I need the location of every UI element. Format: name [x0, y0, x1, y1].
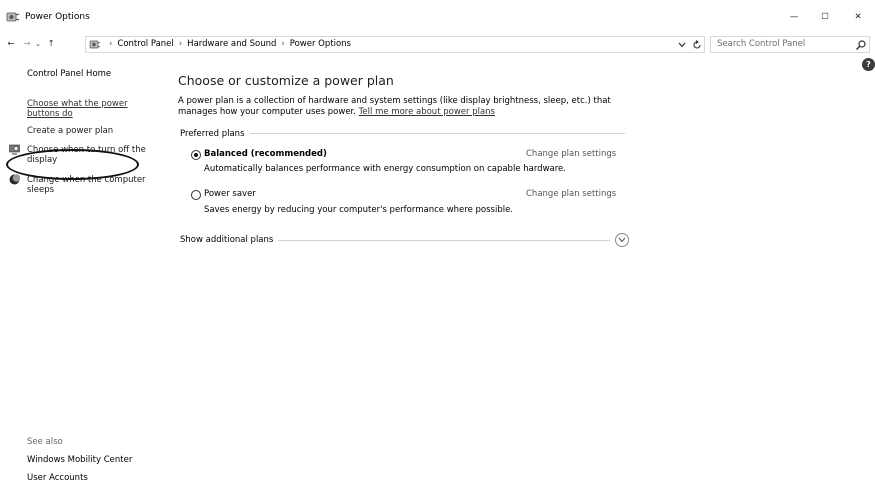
- breadcrumb: › Control Panel › Hardware and Sound › Power …: [104, 39, 351, 49]
- help-button[interactable]: ?: [862, 58, 875, 71]
- minimize-icon: —: [789, 12, 799, 22]
- window-title: Power Options: [25, 12, 90, 22]
- sidebar-item-create-power-plan[interactable]: Create a power plan: [27, 126, 113, 136]
- page-description: A power plan is a collection of hardware…: [178, 96, 648, 118]
- balanced-radio[interactable]: [191, 150, 201, 160]
- chevron-down-icon: ⌄: [35, 40, 41, 48]
- search-icon: [856, 40, 866, 50]
- sidebar-item-label: Choose when to turn off the: [27, 145, 146, 155]
- help-icon: ?: [866, 60, 871, 69]
- power-saver-radio[interactable]: [191, 190, 201, 200]
- change-plan-settings-link-power-saver[interactable]: Change plan settings: [526, 189, 616, 199]
- see-also-heading: See also: [27, 437, 63, 447]
- sidebar-item-label: display: [27, 155, 58, 165]
- refresh-icon: [693, 40, 701, 49]
- chevron-down-icon: [678, 42, 686, 48]
- sidebar-item-turn-off-display[interactable]: Choose when to turn off the display: [27, 145, 146, 165]
- plan-description-balanced: Automatically balances performance with …: [204, 164, 566, 174]
- search-placeholder: Search Control Panel: [717, 39, 806, 49]
- breadcrumb-separator[interactable]: ›: [179, 39, 182, 49]
- sidebar-item-label: buttons do: [27, 109, 73, 119]
- sidebar-item-power-buttons[interactable]: Choose what the power buttons do: [27, 99, 128, 119]
- learn-more-link[interactable]: Tell me more about power plans: [359, 107, 495, 117]
- plan-name-power-saver[interactable]: Power saver: [204, 189, 256, 199]
- breadcrumb-separator[interactable]: ›: [281, 39, 284, 49]
- plan-description-power-saver: Saves energy by reducing your computer's…: [204, 205, 514, 215]
- up-arrow-icon: ↑: [47, 39, 55, 49]
- minimize-button[interactable]: —: [779, 4, 809, 30]
- see-also-link-mobility-center[interactable]: Windows Mobility Center: [27, 455, 132, 465]
- breadcrumb-power-options[interactable]: Power Options: [290, 39, 351, 49]
- sidebar-item-computer-sleeps[interactable]: Change when the computer sleeps: [27, 175, 146, 195]
- refresh-button[interactable]: [691, 38, 703, 52]
- close-icon: ✕: [854, 12, 862, 22]
- breadcrumb-separator: ›: [109, 39, 113, 49]
- sidebar-item-label: sleeps: [27, 185, 55, 195]
- display-icon: [9, 144, 20, 155]
- recent-locations-button[interactable]: ⌄: [33, 36, 43, 52]
- sidebar-item-label: Choose what the power: [27, 99, 128, 109]
- breadcrumb-hardware-and-sound[interactable]: Hardware and Sound: [187, 39, 276, 49]
- sidebar-item-label: Create a power plan: [27, 126, 114, 136]
- breadcrumb-control-panel[interactable]: Control Panel: [117, 39, 173, 49]
- search-input[interactable]: Search Control Panel: [710, 36, 870, 53]
- change-plan-settings-link-balanced[interactable]: Change plan settings: [526, 149, 616, 159]
- address-dropdown-button[interactable]: [676, 38, 688, 52]
- up-button[interactable]: ↑: [44, 36, 58, 52]
- chevron-down-icon: [618, 237, 626, 243]
- expand-additional-plans-button[interactable]: [615, 233, 629, 247]
- preferred-plans-heading: Preferred plans: [180, 129, 250, 139]
- moon-icon: [9, 174, 20, 185]
- back-arrow-icon: ←: [7, 39, 15, 49]
- maximize-button[interactable]: ☐: [810, 4, 840, 30]
- show-additional-plans-label[interactable]: Show additional plans: [180, 235, 279, 245]
- sidebar-item-label: Change when the computer: [27, 175, 146, 185]
- address-bar[interactable]: › Control Panel › Hardware and Sound › Power …: [85, 36, 705, 53]
- sidebar-item-control-panel-home[interactable]: Control Panel Home: [27, 69, 111, 79]
- page-title: Choose or customize a power plan: [178, 73, 394, 88]
- back-button[interactable]: ←: [4, 36, 18, 52]
- see-also-link-user-accounts[interactable]: User Accounts: [27, 473, 88, 483]
- sidebar: Control Panel Home Choose what the power…: [0, 54, 170, 496]
- forward-arrow-icon: →: [23, 39, 31, 49]
- plan-name-balanced[interactable]: Balanced (recommended): [204, 149, 327, 159]
- maximize-icon: ☐: [821, 12, 829, 22]
- forward-button[interactable]: →: [20, 36, 34, 52]
- close-button[interactable]: ✕: [843, 4, 873, 30]
- control-panel-icon: [89, 40, 101, 49]
- title-bar: Power Options — ☐ ✕: [0, 0, 875, 34]
- power-options-icon: [6, 12, 20, 22]
